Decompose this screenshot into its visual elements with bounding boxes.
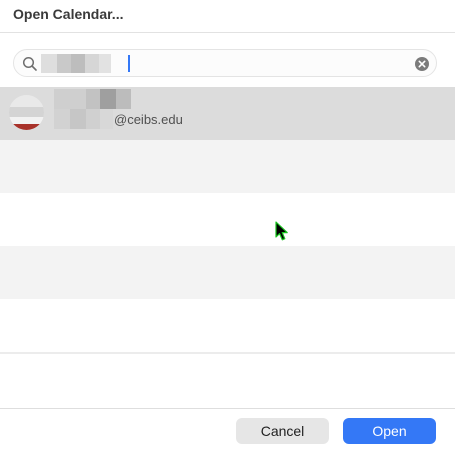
dialog-footer: Cancel Open bbox=[0, 409, 455, 455]
text-caret bbox=[128, 55, 130, 72]
open-calendar-dialog: Open Calendar... @ceibs.edu Cancel Open bbox=[0, 0, 455, 455]
mouse-pointer-icon bbox=[275, 221, 288, 241]
search-field[interactable] bbox=[13, 49, 437, 77]
clear-search-button[interactable] bbox=[415, 57, 429, 71]
empty-row bbox=[0, 352, 455, 407]
contact-email-domain: @ceibs.edu bbox=[114, 112, 183, 127]
empty-row bbox=[0, 246, 455, 299]
cancel-button[interactable]: Cancel bbox=[236, 418, 329, 444]
title-divider bbox=[0, 32, 455, 33]
empty-row bbox=[0, 140, 455, 193]
empty-row bbox=[0, 193, 455, 246]
search-icon bbox=[22, 56, 37, 71]
avatar bbox=[9, 95, 44, 130]
list-item-calendar-result[interactable]: @ceibs.edu bbox=[0, 87, 455, 140]
clear-icon bbox=[418, 60, 426, 68]
calendar-results-list: @ceibs.edu bbox=[0, 87, 455, 409]
dialog-title: Open Calendar... bbox=[13, 6, 124, 22]
open-button[interactable]: Open bbox=[343, 418, 436, 444]
empty-row bbox=[0, 299, 455, 352]
